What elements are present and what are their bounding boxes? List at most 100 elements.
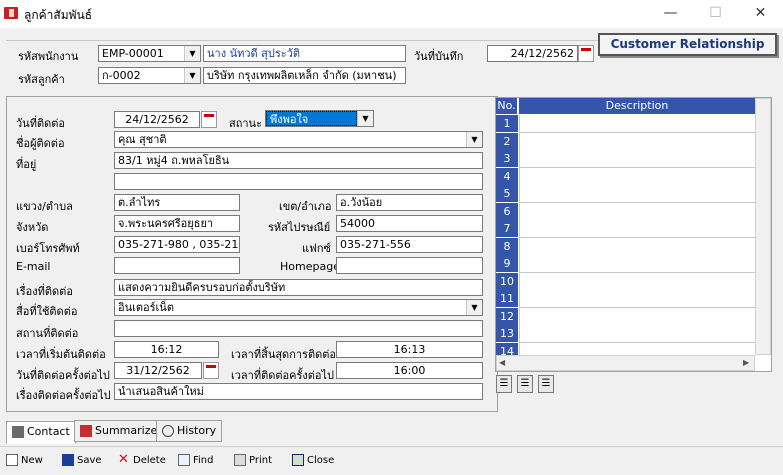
minimize-button[interactable]: —	[648, 0, 693, 28]
delete-row-icon[interactable]: ☰	[538, 375, 554, 393]
tab-contact-label: Contact	[27, 425, 70, 438]
grid-description-cell[interactable]	[519, 150, 755, 168]
contact-name-value: คุณ สุชาติ	[118, 133, 167, 146]
next-date-label: วันที่ติดต่อครั้งต่อไป	[16, 369, 110, 382]
chevron-down-icon[interactable]: ▼	[466, 300, 482, 315]
phone-field[interactable]: 035-271-980 , 035-214-940	[114, 236, 240, 253]
calendar-icon[interactable]	[203, 362, 219, 379]
place-field[interactable]	[114, 320, 483, 337]
print-button[interactable]: Print	[234, 451, 272, 471]
grid-description-cell[interactable]	[519, 290, 755, 308]
append-row-icon[interactable]: ☰	[517, 375, 533, 393]
customer-name-field: บริษัท กรุงเทพผลิตเหล็ก จำกัด (มหาชน)	[203, 67, 406, 84]
grid-description-cell[interactable]	[519, 308, 755, 326]
grid-row-number[interactable]: 11	[496, 290, 518, 308]
scroll-right-arrow-icon[interactable]: ▶	[743, 358, 749, 367]
contact-name-combo[interactable]: คุณ สุชาติ ▼	[114, 131, 483, 148]
grid-row-number[interactable]: 5	[496, 185, 518, 203]
scroll-left-arrow-icon[interactable]: ◀	[499, 358, 505, 367]
next-time-field[interactable]: 16:00	[336, 362, 483, 379]
tab-history-label: History	[177, 424, 217, 437]
grid-row-number[interactable]: 4	[496, 168, 518, 186]
grid-row-number[interactable]: 9	[496, 255, 518, 273]
calendar-icon[interactable]	[578, 45, 594, 62]
grid-description-cell[interactable]	[519, 238, 755, 256]
next-date-field[interactable]: 31/12/2562	[114, 362, 202, 379]
grid-col-no-header[interactable]: No.	[496, 98, 518, 114]
grid-description-cell[interactable]	[519, 325, 755, 343]
record-date-field[interactable]: 24/12/2562	[487, 45, 578, 62]
fax-field[interactable]: 035-271-556	[336, 236, 483, 253]
address-line1-field[interactable]: 83/1 หมู่4 ถ.พหลโยธิน	[114, 152, 483, 169]
grid-description-cell[interactable]	[519, 168, 755, 186]
phone-label: เบอร์โทรศัพท์	[16, 242, 80, 255]
subject-label: เรื่องที่ติดต่อ	[16, 285, 73, 298]
homepage-field[interactable]	[336, 257, 483, 274]
chevron-down-icon[interactable]: ▼	[184, 46, 200, 61]
chevron-down-icon[interactable]: ▼	[184, 68, 200, 83]
address-label: ที่อยู่	[16, 158, 37, 171]
grid-row-number[interactable]: 10	[496, 273, 518, 291]
delete-x-icon: ✕	[118, 452, 129, 467]
subject-field[interactable]: แสดงความยินดีครบรอบก่อตั้งบริษัท	[114, 279, 483, 296]
province-field[interactable]: จ.พระนครศรีอยุธยา	[114, 215, 240, 232]
chevron-down-icon[interactable]: ▼	[357, 111, 373, 126]
grid-row-number[interactable]: 6	[496, 203, 518, 221]
address-line2-field[interactable]	[114, 173, 483, 190]
subdistrict-field[interactable]: ต.ลำไทร	[114, 194, 240, 211]
start-time-field[interactable]: 16:12	[114, 341, 219, 358]
grid-row-number[interactable]: 12	[496, 308, 518, 326]
email-field[interactable]	[114, 257, 240, 274]
postcode-field[interactable]: 54000	[336, 215, 483, 232]
district-label: เขต/อำเภอ	[279, 200, 332, 213]
grid-description-cell[interactable]	[519, 133, 755, 151]
delete-button[interactable]: ✕ Delete	[118, 451, 166, 471]
grid-row-number[interactable]: 2	[496, 133, 518, 151]
place-label: สถานที่ติดต่อ	[16, 327, 79, 340]
grid-description-cell[interactable]	[519, 255, 755, 273]
close-button[interactable]: Close	[292, 451, 334, 471]
chevron-down-icon[interactable]: ▼	[466, 132, 482, 147]
tab-history[interactable]: History	[156, 420, 223, 442]
grid-description-cell[interactable]	[519, 185, 755, 203]
calendar-icon[interactable]	[201, 111, 217, 128]
grid-row-number[interactable]: 3	[496, 150, 518, 168]
grid-row-number[interactable]: 8	[496, 238, 518, 256]
grid-horizontal-scrollbar[interactable]	[496, 355, 755, 371]
next-subject-field[interactable]: นำเสนอสินค้าใหม่	[114, 383, 483, 400]
status-label: สถานะ	[229, 117, 262, 130]
grid-vertical-scrollbar[interactable]	[755, 98, 771, 355]
printer-icon	[234, 454, 246, 466]
employee-code-combo[interactable]: EMP-00001 ▼	[98, 45, 201, 62]
grid-description-cell[interactable]	[519, 273, 755, 291]
end-time-field[interactable]: 16:13	[336, 341, 483, 358]
district-field[interactable]: อ.วังน้อย	[336, 194, 483, 211]
customer-code-label: รหัสลูกค้า	[18, 73, 65, 86]
status-combo[interactable]: พึงพอใจ ▼	[265, 110, 374, 127]
fax-label: แฟกซ์	[302, 242, 332, 255]
maximize-button[interactable]: ☐	[693, 0, 738, 28]
contact-name-label: ชื่อผู้ติดต่อ	[16, 137, 65, 150]
summarize-icon	[80, 425, 92, 437]
customer-code-combo[interactable]: ก-0002 ▼	[98, 67, 201, 84]
grid-description-cell[interactable]	[519, 203, 755, 221]
grid-description-cell[interactable]	[519, 115, 755, 133]
close-window-button[interactable]: ✕	[738, 0, 783, 28]
media-combo[interactable]: อินเตอร์เน็ต ▼	[114, 299, 483, 316]
customer-code-value: ก-0002	[102, 69, 141, 82]
tab-summarize[interactable]: Summarize	[74, 420, 164, 442]
save-button[interactable]: Save	[62, 451, 102, 471]
grid-row-number[interactable]: 1	[496, 115, 518, 133]
grid-row-number[interactable]: 13	[496, 325, 518, 343]
grid-row-number[interactable]: 7	[496, 220, 518, 238]
contact-icon	[12, 426, 24, 438]
grid-description-cell[interactable]	[519, 220, 755, 238]
contact-date-field[interactable]: 24/12/2562	[114, 111, 200, 128]
new-doc-icon	[6, 454, 18, 466]
grid-col-description-header[interactable]: Description	[519, 98, 755, 114]
insert-row-icon[interactable]: ☰	[496, 375, 512, 393]
new-button[interactable]: New	[6, 451, 43, 471]
find-button[interactable]: Find	[178, 451, 214, 471]
next-time-label: เวลาที่ติดต่อครั้งต่อไป	[231, 369, 335, 382]
tab-contact[interactable]: Contact	[6, 421, 76, 444]
